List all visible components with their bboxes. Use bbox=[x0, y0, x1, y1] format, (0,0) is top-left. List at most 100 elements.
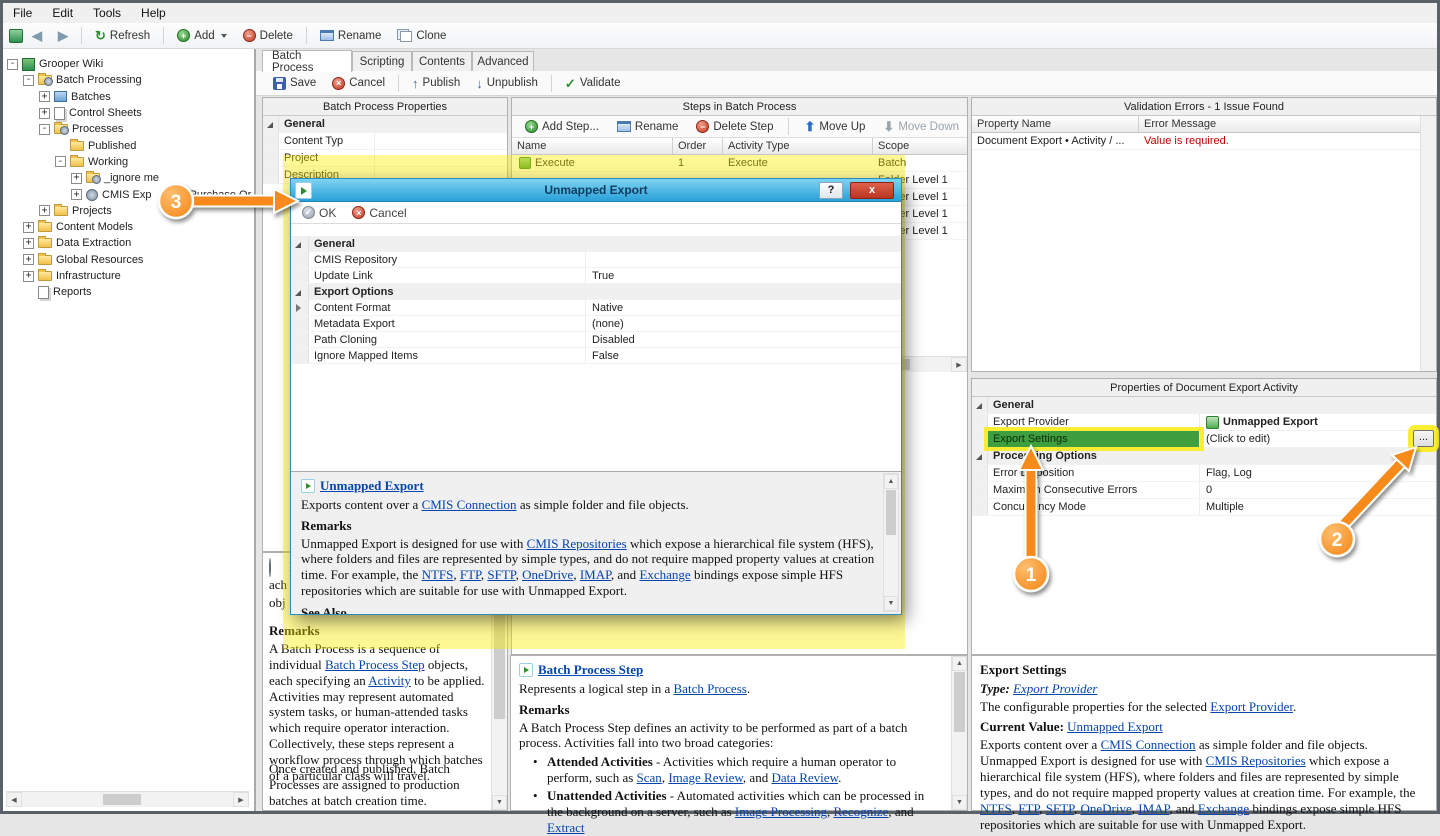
collapse-arrow-icon[interactable] bbox=[291, 236, 309, 251]
inline-link[interactable]: FTP bbox=[460, 567, 481, 582]
dialog-help-button[interactable]: ? bbox=[819, 182, 843, 199]
tree-item-content-models[interactable]: Content Models bbox=[3, 219, 254, 235]
tree-item-batch-processing[interactable]: Batch Processing bbox=[3, 72, 254, 88]
collapse-arrow-icon[interactable] bbox=[263, 116, 279, 132]
dialog-row-metadata-export[interactable]: Metadata Export (none) bbox=[291, 316, 901, 332]
dialog-close-button[interactable]: x bbox=[850, 182, 894, 199]
collapse-expander-icon[interactable] bbox=[55, 156, 66, 168]
scroll-left-icon[interactable]: ◀ bbox=[6, 792, 22, 807]
unmapped-export-link[interactable]: Unmapped Export bbox=[320, 478, 424, 493]
collapse-arrow-icon[interactable] bbox=[972, 397, 988, 413]
tree-item-batches[interactable]: Batches bbox=[3, 89, 254, 105]
tree-item-projects[interactable]: Projects bbox=[3, 203, 254, 219]
tree-item-published[interactable]: Published bbox=[3, 137, 254, 153]
expand-expander-icon[interactable] bbox=[71, 189, 82, 201]
tab-advanced[interactable]: Advanced bbox=[472, 51, 534, 71]
tree-item-processes[interactable]: Processes bbox=[3, 121, 254, 137]
vertical-scrollbar[interactable]: ▲ ▼ bbox=[951, 656, 967, 810]
save-button[interactable]: Save bbox=[266, 74, 323, 93]
scroll-down-icon[interactable]: ▼ bbox=[884, 596, 898, 611]
tab-batch-process[interactable]: Batch Process bbox=[262, 50, 352, 74]
tree-item-global-resources[interactable]: Global Resources bbox=[3, 252, 254, 268]
batch-process-step-link[interactable]: Batch Process Step bbox=[538, 662, 643, 677]
property-row-export-settings[interactable]: Export Settings (Click to edit) bbox=[972, 427, 1436, 451]
scroll-right-icon[interactable]: ▶ bbox=[951, 357, 967, 372]
inline-link[interactable]: Image Review bbox=[668, 770, 743, 785]
validation-error-row[interactable]: Document Export • Activity / ... Value i… bbox=[972, 133, 1436, 150]
move-down-button[interactable]: ⬇ Move Down bbox=[876, 117, 966, 136]
inline-link[interactable]: Exchange bbox=[639, 567, 690, 582]
dialog-description-scrollbar[interactable]: ▲ ▼ bbox=[883, 473, 899, 612]
dialog-cancel-button[interactable]: Cancel bbox=[350, 205, 408, 221]
validation-scrollbar[interactable] bbox=[1420, 116, 1436, 371]
inline-link[interactable]: CMIS Connection bbox=[1101, 737, 1196, 752]
property-row-content-type[interactable]: Content Typ bbox=[263, 133, 507, 150]
scrollbar-thumb[interactable] bbox=[954, 672, 965, 732]
tree-item-control-sheets[interactable]: Control Sheets bbox=[3, 105, 254, 121]
property-row-max-consecutive-errors[interactable]: Maximum Consecutive Errors 0 bbox=[972, 482, 1436, 499]
dialog-title-bar[interactable]: Unmapped Export ? x bbox=[291, 179, 901, 202]
expand-expander-icon[interactable] bbox=[39, 91, 50, 103]
expand-expander-icon[interactable] bbox=[71, 172, 82, 184]
expand-expander-icon[interactable] bbox=[23, 237, 34, 249]
menu-tools[interactable]: Tools bbox=[83, 4, 131, 22]
dialog-row-ignore-mapped-items[interactable]: Ignore Mapped Items False bbox=[291, 348, 901, 364]
expand-expander-icon[interactable] bbox=[39, 205, 50, 217]
tree-horizontal-scrollbar[interactable]: ◀ ▶ bbox=[6, 791, 249, 807]
add-button[interactable]: Add bbox=[170, 26, 233, 45]
expand-expander-icon[interactable] bbox=[23, 254, 34, 266]
inline-link[interactable]: CMIS Connection bbox=[422, 497, 517, 512]
inline-link[interactable]: CMIS Repositories bbox=[527, 536, 627, 551]
tab-contents[interactable]: Contents bbox=[412, 51, 472, 71]
move-up-button[interactable]: ⬆ Move Up bbox=[797, 117, 872, 136]
inline-link[interactable]: Batch Process bbox=[674, 681, 747, 696]
inline-link[interactable]: SFTP bbox=[487, 567, 515, 582]
expand-expander-icon[interactable] bbox=[23, 221, 34, 233]
nav-back-button[interactable]: ◀ bbox=[25, 26, 49, 45]
dialog-row-content-format[interactable]: Content Format Native bbox=[291, 300, 901, 316]
inline-link[interactable]: Export Provider bbox=[1210, 699, 1293, 714]
expand-arrow-icon[interactable] bbox=[291, 300, 309, 315]
collapse-expander-icon[interactable] bbox=[23, 74, 34, 86]
menu-help[interactable]: Help bbox=[131, 4, 176, 22]
menu-edit[interactable]: Edit bbox=[42, 4, 83, 22]
tree-toggle-icon[interactable] bbox=[9, 28, 23, 43]
inline-link[interactable]: CMIS Repositories bbox=[1206, 753, 1306, 768]
delete-step-button[interactable]: Delete Step bbox=[689, 117, 780, 136]
ok-button[interactable]: OK bbox=[300, 205, 338, 221]
collapse-expander-icon[interactable] bbox=[39, 123, 50, 135]
tree-item-cmis-export-purchase-orders[interactable]: CMIS ExpPurchase Or bbox=[3, 186, 254, 202]
property-row-export-provider[interactable]: Export Provider Unmapped Export bbox=[972, 414, 1436, 431]
unpublish-button[interactable]: ↓ Unpublish bbox=[469, 74, 545, 93]
property-row-error-disposition[interactable]: Error Disposition Flag, Log bbox=[972, 465, 1436, 482]
category-general[interactable]: General bbox=[263, 116, 507, 133]
scrollbar-thumb[interactable] bbox=[103, 794, 141, 805]
tree-item-grooper-wiki[interactable]: Grooper Wiki bbox=[3, 56, 254, 72]
rename-step-button[interactable]: Rename bbox=[610, 118, 685, 136]
dialog-row-cmis-repository[interactable]: CMIS Repository bbox=[291, 252, 901, 268]
cancel-button[interactable]: Cancel bbox=[325, 74, 392, 93]
inline-link[interactable]: Export Provider bbox=[1013, 681, 1097, 696]
category-processing-options[interactable]: Processing Options bbox=[972, 448, 1436, 465]
rename-button[interactable]: Rename bbox=[313, 27, 388, 45]
expand-expander-icon[interactable] bbox=[39, 107, 50, 119]
scroll-up-icon[interactable]: ▲ bbox=[884, 474, 898, 489]
dialog-category-export-options[interactable]: Export Options bbox=[291, 284, 901, 300]
inline-link[interactable]: Unmapped Export bbox=[1067, 719, 1163, 734]
menu-file[interactable]: File bbox=[3, 4, 42, 22]
validate-button[interactable]: ✓ Validate bbox=[558, 74, 628, 93]
collapse-expander-icon[interactable] bbox=[7, 58, 18, 70]
scroll-up-icon[interactable]: ▲ bbox=[952, 656, 967, 671]
refresh-button[interactable]: ↻ Refresh bbox=[88, 26, 157, 45]
add-step-button[interactable]: Add Step... bbox=[518, 117, 606, 136]
expand-expander-icon[interactable] bbox=[23, 270, 34, 282]
scroll-down-icon[interactable]: ▼ bbox=[952, 795, 967, 810]
inline-link[interactable]: Data Review bbox=[771, 770, 838, 785]
publish-button[interactable]: ↑ Publish bbox=[405, 74, 467, 93]
delete-button[interactable]: Delete bbox=[236, 26, 300, 45]
collapse-arrow-icon[interactable] bbox=[291, 284, 309, 299]
export-settings-ellipsis-button[interactable]: ... bbox=[1408, 425, 1439, 452]
nav-forward-button[interactable]: ▶ bbox=[51, 26, 75, 45]
inline-link[interactable]: OneDrive bbox=[522, 567, 573, 582]
tree-item-data-extraction[interactable]: Data Extraction bbox=[3, 235, 254, 251]
